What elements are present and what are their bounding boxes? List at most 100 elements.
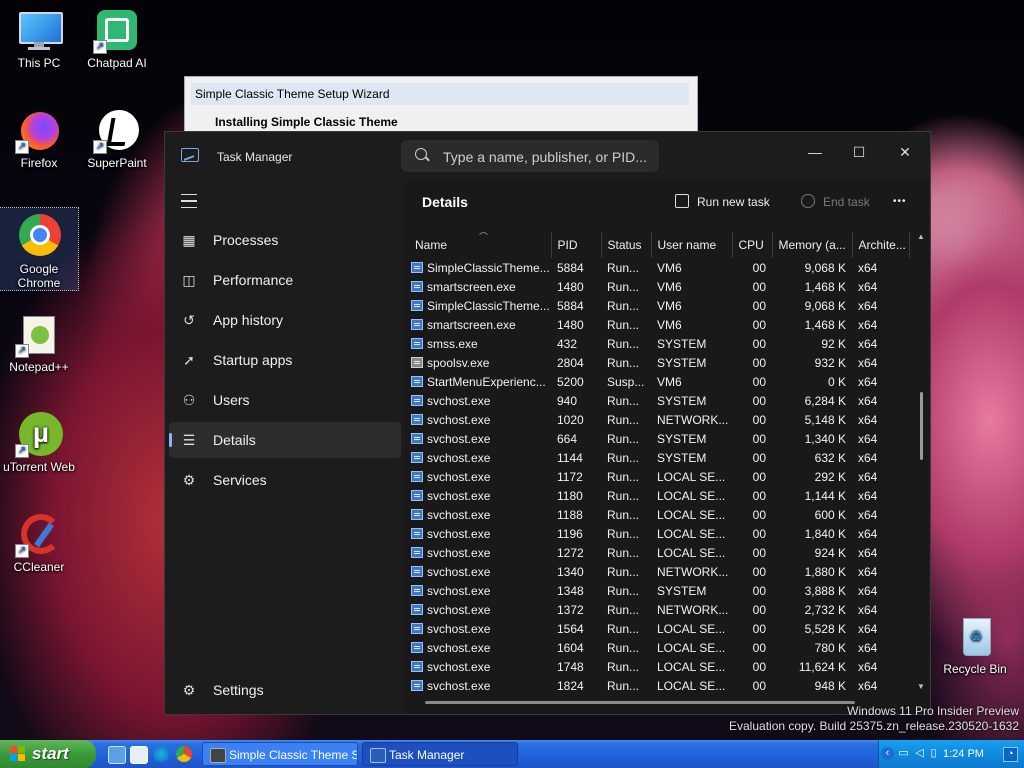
table-row[interactable]: svchost.exe 1180 Run... LOCAL SE... 00 1,144 … bbox=[409, 486, 909, 505]
table-row[interactable]: svchost.exe 1372 Run... NETWORK... 00 2,732 K… bbox=[409, 600, 909, 619]
table-row[interactable]: SimpleClassicTheme... 5884 Run... VM6 00 9,06… bbox=[409, 296, 909, 315]
scroll-up-icon[interactable]: ▲ bbox=[917, 232, 925, 241]
table-row[interactable]: svchost.exe 1748 Run... LOCAL SE... 00 11,624… bbox=[409, 657, 909, 676]
cpu-cell: 00 bbox=[752, 564, 766, 579]
task-manager-window[interactable]: Task Manager — ☐ ✕ ▦ Processes ◫ Perform… bbox=[164, 131, 931, 715]
pid-cell: 1272 bbox=[557, 545, 584, 560]
start-button[interactable]: start bbox=[0, 740, 96, 768]
search-box[interactable] bbox=[401, 140, 659, 174]
column-header-memory[interactable]: Memory (a... bbox=[772, 232, 853, 258]
table-row[interactable]: svchost.exe 1020 Run... NETWORK... 00 5,148 K… bbox=[409, 410, 909, 429]
table-row[interactable]: svchost.exe 1172 Run... LOCAL SE... 00 292 K x… bbox=[409, 467, 909, 486]
status-cell: Run... bbox=[607, 602, 640, 617]
pid-cell: 1180 bbox=[557, 488, 583, 503]
close-button[interactable]: ✕ bbox=[883, 138, 927, 166]
desktop-icon-superpaint[interactable]: ↗ SuperPaint bbox=[78, 108, 156, 170]
table-row[interactable]: SimpleClassicTheme... 5884 Run... VM6 00 9,06… bbox=[409, 258, 909, 277]
table-row[interactable]: svchost.exe 1564 Run... LOCAL SE... 00 5,528 … bbox=[409, 619, 909, 638]
column-header-name[interactable]: ︿Name bbox=[409, 232, 552, 258]
clock[interactable]: 1:24 PM bbox=[943, 740, 984, 768]
chrome-taskbar-icon[interactable] bbox=[176, 746, 192, 762]
pid-cell: 1748 bbox=[557, 659, 584, 674]
pid-cell: 1196 bbox=[557, 526, 583, 541]
desktop-icon-recycle-bin[interactable]: ♻ Recycle Bin bbox=[936, 614, 1014, 676]
process-name: svchost.exe bbox=[427, 564, 491, 579]
minimize-button[interactable]: — bbox=[793, 138, 837, 166]
process-name-cell: SimpleClassicTheme... bbox=[409, 258, 551, 277]
display-icon[interactable]: ▯ bbox=[927, 747, 940, 760]
column-header-architecture[interactable]: Archite... bbox=[852, 232, 910, 258]
table-row[interactable]: svchost.exe 1348 Run... SYSTEM 00 3,888 K x64 bbox=[409, 581, 909, 600]
taskbar-button-setup-wizard[interactable]: Simple Classic Theme S... bbox=[202, 742, 358, 766]
column-header-user-name[interactable]: User name bbox=[651, 232, 733, 258]
table-row[interactable]: svchost.exe 1144 Run... SYSTEM 00 632 K x64 bbox=[409, 448, 909, 467]
nav-item-settings[interactable]: ⚙ Settings bbox=[169, 672, 401, 708]
file-explorer-icon[interactable] bbox=[130, 746, 148, 764]
table-row[interactable]: smartscreen.exe 1480 Run... VM6 00 1,468 K x64 bbox=[409, 277, 909, 296]
show-desktop-icon[interactable] bbox=[108, 746, 126, 764]
process-name-cell: svchost.exe bbox=[409, 410, 551, 429]
column-header-cpu[interactable]: CPU bbox=[732, 232, 773, 258]
pid-cell: 1020 bbox=[557, 412, 584, 427]
nav-item-services[interactable]: ⚙ Services bbox=[169, 462, 401, 498]
table-row[interactable]: svchost.exe 940 Run... SYSTEM 00 6,284 K x64 bbox=[409, 391, 909, 410]
network-icon[interactable]: ▭ bbox=[897, 747, 910, 760]
table-row[interactable]: svchost.exe 1188 Run... LOCAL SE... 00 600 K x… bbox=[409, 505, 909, 524]
run-task-icon bbox=[675, 194, 689, 208]
vertical-scrollbar[interactable]: ▲ ▼ bbox=[917, 232, 927, 691]
process-icon bbox=[411, 470, 423, 482]
table-row[interactable]: svchost.exe 1196 Run... LOCAL SE... 00 1,840 … bbox=[409, 524, 909, 543]
more-options-button[interactable]: ••• bbox=[893, 190, 907, 214]
notification-icon[interactable]: ◔ bbox=[1003, 747, 1018, 762]
process-icon bbox=[411, 318, 423, 330]
process-icon bbox=[411, 413, 423, 425]
table-row[interactable]: svchost.exe 664 Run... SYSTEM 00 1,340 K x64 bbox=[409, 429, 909, 448]
desktop-icon-this-pc[interactable]: This PC bbox=[0, 8, 78, 70]
scroll-down-icon[interactable]: ▼ bbox=[917, 682, 925, 691]
table-row[interactable]: svchost.exe 1604 Run... LOCAL SE... 00 780 K x… bbox=[409, 638, 909, 657]
process-name: svchost.exe bbox=[427, 507, 491, 522]
process-name: svchost.exe bbox=[427, 678, 491, 693]
nav-item-startup-apps[interactable]: ➚ Startup apps bbox=[169, 342, 401, 378]
desktop-icon-utorrent-web[interactable]: µ ↗ uTorrent Web bbox=[0, 412, 78, 474]
search-input[interactable] bbox=[441, 140, 655, 174]
chevron-left-icon[interactable]: ‹ bbox=[881, 747, 894, 760]
nav-item-users[interactable]: ⚇ Users bbox=[169, 382, 401, 418]
horizontal-scrollbar[interactable] bbox=[425, 701, 855, 704]
cpu-cell: 00 bbox=[752, 545, 766, 560]
process-name-cell: svchost.exe bbox=[409, 505, 551, 524]
status-cell: Run... bbox=[607, 450, 640, 465]
table-row[interactable]: StartMenuExperienc... 5200 Susp... VM6 00 0 K… bbox=[409, 372, 909, 391]
table-row[interactable]: smartscreen.exe 1480 Run... VM6 00 1,468 K x64 bbox=[409, 315, 909, 334]
nav-item-app-history[interactable]: ↺ App history bbox=[169, 302, 401, 338]
desktop-icon-chatpad-ai[interactable]: ↗ Chatpad AI bbox=[78, 8, 156, 70]
pid-cell: 664 bbox=[557, 431, 578, 446]
process-name: svchost.exe bbox=[427, 412, 491, 427]
scrollbar-thumb[interactable] bbox=[920, 392, 923, 460]
column-header-status[interactable]: Status bbox=[601, 232, 652, 258]
architecture-cell: x64 bbox=[858, 431, 878, 446]
edge-icon[interactable] bbox=[153, 746, 169, 762]
desktop-icon-notepad-plus[interactable]: ↗ Notepad++ bbox=[0, 312, 78, 374]
table-row[interactable]: smss.exe 432 Run... SYSTEM 00 92 K x64 bbox=[409, 334, 909, 353]
desktop-icon-ccleaner[interactable]: ↗ CCleaner bbox=[0, 512, 78, 574]
watermark-line-1: Windows 11 Pro Insider Preview bbox=[847, 704, 1019, 718]
memory-cell: 3,888 K bbox=[804, 583, 846, 598]
volume-icon[interactable]: ◁ bbox=[913, 747, 926, 760]
taskbar-button-task-manager[interactable]: Task Manager bbox=[362, 742, 518, 766]
column-header-pid[interactable]: PID bbox=[551, 232, 602, 258]
maximize-button[interactable]: ☐ bbox=[837, 138, 881, 166]
hamburger-menu-icon[interactable] bbox=[181, 194, 197, 208]
run-new-task-button[interactable]: Run new task bbox=[675, 190, 770, 214]
desktop-icon-firefox[interactable]: ↗ Firefox bbox=[0, 108, 78, 170]
table-row[interactable]: spoolsv.exe 2804 Run... SYSTEM 00 932 K x64 bbox=[409, 353, 909, 372]
desktop-icon-google-chrome[interactable]: Google Chrome bbox=[0, 207, 79, 291]
table-row[interactable]: svchost.exe 1272 Run... LOCAL SE... 00 924 K x… bbox=[409, 543, 909, 562]
table-row[interactable]: svchost.exe 1340 Run... NETWORK... 00 1,880 K… bbox=[409, 562, 909, 581]
table-row[interactable]: svchost.exe 1824 Run... LOCAL SE... 00 948 K x… bbox=[409, 676, 909, 695]
nav-item-processes[interactable]: ▦ Processes bbox=[169, 222, 401, 258]
setup-wizard-window[interactable]: Simple Classic Theme Setup Wizard Instal… bbox=[184, 76, 698, 138]
end-task-button[interactable]: End task bbox=[801, 190, 870, 214]
nav-item-details[interactable]: ☰ Details bbox=[169, 422, 401, 458]
nav-item-performance[interactable]: ◫ Performance bbox=[169, 262, 401, 298]
